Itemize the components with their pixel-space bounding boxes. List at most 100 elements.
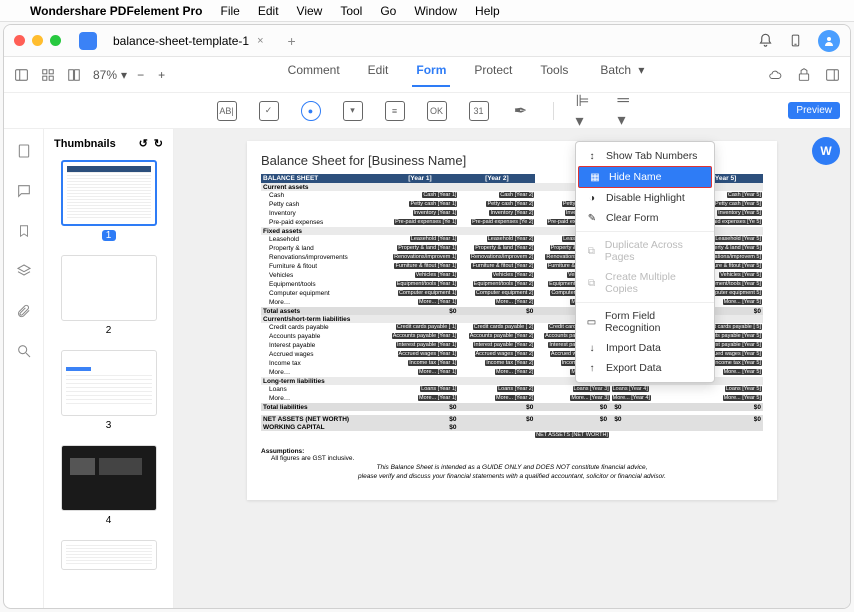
dropdown-tool-icon[interactable]: ▾	[343, 101, 363, 121]
new-tab-button[interactable]: +	[288, 33, 296, 49]
form-field[interactable]: Leasehold [Year 2]	[487, 236, 535, 242]
bell-icon[interactable]	[758, 33, 773, 48]
form-field[interactable]: More... [Year 3]	[570, 395, 609, 401]
form-field[interactable]: Equipment/tools [Year 2]	[473, 281, 535, 287]
form-field[interactable]: Leasehold [Year 1]	[410, 236, 458, 242]
form-field[interactable]: Income tax [Year 5]	[713, 360, 762, 366]
tab-batch[interactable]: Batch ▾	[592, 63, 648, 87]
form-field[interactable]: Furniture & fitout [Year 1]	[394, 263, 457, 269]
tab-protect[interactable]: Protect	[470, 63, 516, 87]
comments-rail-icon[interactable]	[16, 183, 32, 199]
form-field[interactable]: Furniture & fitout [Year 2]	[471, 263, 534, 269]
share-icon[interactable]	[797, 67, 811, 82]
menu-file[interactable]: File	[221, 4, 240, 18]
word-float-button[interactable]: W	[812, 137, 840, 165]
form-field[interactable]: Renovations/improvem 2]	[470, 254, 534, 260]
grid-view-icon[interactable]	[41, 68, 55, 82]
more-tool-icon[interactable]: ═ ▾	[618, 101, 638, 121]
menu-help[interactable]: Help	[475, 4, 500, 18]
thumbnail-page-5[interactable]	[61, 540, 157, 570]
form-field[interactable]: Accounts payable [Year 2]	[469, 333, 535, 339]
form-field[interactable]: Loans [Year 3]	[573, 386, 610, 392]
tab-form[interactable]: Form	[412, 63, 450, 87]
form-field[interactable]: Property & land [Year 2]	[474, 245, 534, 251]
form-field[interactable]: Credit cards payable [ 1]	[396, 324, 458, 330]
form-field[interactable]: Property & land [Year 1]	[397, 245, 457, 251]
dropdown-item[interactable]: ↕Show Tab Numbers	[576, 146, 714, 166]
form-field[interactable]: Income tax [Year 1]	[408, 360, 457, 366]
form-field[interactable]: Pre-paid expenses [Ye 1]	[394, 219, 457, 225]
cloud-icon[interactable]	[767, 68, 783, 82]
align-tool-icon[interactable]: ⊫ ▾	[576, 101, 596, 121]
dropdown-item[interactable]: ↑Export Data	[576, 358, 714, 378]
tab-edit[interactable]: Edit	[364, 63, 393, 87]
layers-rail-icon[interactable]	[16, 263, 32, 279]
form-field[interactable]: Vehicles [Year 1]	[415, 272, 458, 278]
tab-close-button[interactable]: ×	[257, 35, 263, 47]
zoom-out-button[interactable]: −	[137, 68, 144, 82]
form-field[interactable]: Vehicles [Year 5]	[719, 272, 762, 278]
form-field[interactable]: More... [Year 2]	[495, 369, 534, 375]
user-avatar[interactable]	[818, 30, 840, 52]
form-field[interactable]: Loans [Year 1]	[420, 386, 457, 392]
form-field[interactable]: Petty cash [Year 2]	[486, 201, 534, 207]
form-field[interactable]: Petty cash [Year 5]	[714, 201, 762, 207]
document-canvas[interactable]: W Balance Sheet for [Business Name] BALA…	[174, 129, 850, 608]
form-field[interactable]: Accounts payable [Year 1]	[392, 333, 458, 339]
form-field[interactable]: Inventory [Year 5]	[717, 210, 762, 216]
sidebar-toggle-icon[interactable]	[14, 68, 29, 82]
form-field[interactable]: Loans [Year 4]	[612, 386, 649, 392]
form-field[interactable]: NET ASSETS (NET WORTH)	[535, 432, 609, 438]
zoom-in-button[interactable]: +	[158, 68, 165, 82]
bookmarks-rail-icon[interactable]	[17, 223, 31, 239]
form-field[interactable]: More... [Year 4]	[612, 395, 651, 401]
preview-button[interactable]: Preview	[788, 102, 840, 119]
thumbnails-rail-icon[interactable]	[16, 143, 32, 159]
text-field-tool-icon[interactable]: AB|	[217, 101, 237, 121]
close-window-button[interactable]	[14, 35, 25, 46]
list-tool-icon[interactable]: ≡	[385, 101, 405, 121]
tab-tools[interactable]: Tools	[536, 63, 572, 87]
form-field[interactable]: More... [Year 5]	[723, 395, 762, 401]
dropdown-item[interactable]: ✎Clear Form	[576, 208, 714, 228]
form-field[interactable]: Computer equipment 2]	[475, 290, 534, 296]
form-field[interactable]: Income tax [Year 2]	[485, 360, 534, 366]
form-field[interactable]: Inventory [Year 1]	[413, 210, 458, 216]
radio-tool-icon[interactable]: ●	[301, 101, 321, 121]
thumbnail-page-4[interactable]	[61, 445, 157, 511]
thumbnail-page-2[interactable]	[61, 255, 157, 321]
form-field[interactable]: Cash [Year 2]	[499, 192, 534, 198]
form-field[interactable]: More... [Year 1]	[418, 299, 457, 305]
date-tool-icon[interactable]: 31	[469, 101, 489, 121]
form-field[interactable]: Cash [Year 1]	[422, 192, 457, 198]
attachments-rail-icon[interactable]	[16, 303, 31, 319]
zoom-value[interactable]: 87%	[93, 68, 117, 82]
maximize-window-button[interactable]	[50, 35, 61, 46]
form-field[interactable]: More... [Year 1]	[418, 395, 457, 401]
menu-window[interactable]: Window	[414, 4, 457, 18]
signature-tool-icon[interactable]: ✒	[511, 101, 531, 121]
menu-edit[interactable]: Edit	[258, 4, 279, 18]
form-field[interactable]: Interest payable [Year 2]	[473, 342, 534, 348]
form-field[interactable]: Inventory [Year 2]	[489, 210, 534, 216]
rotate-left-icon[interactable]: ↺	[139, 137, 148, 150]
thumbnail-page-1[interactable]	[61, 160, 157, 226]
menu-view[interactable]: View	[297, 4, 323, 18]
form-field[interactable]: Computer equipment 1]	[398, 290, 457, 296]
form-field[interactable]: More... [Year 1]	[418, 369, 457, 375]
mobile-icon[interactable]	[789, 33, 802, 48]
form-field[interactable]: More... [Year 2]	[495, 299, 534, 305]
form-field[interactable]: Equipment/tools [Year 1]	[396, 281, 458, 287]
form-field[interactable]: Leasehold [Year 5]	[714, 236, 762, 242]
dropdown-item[interactable]: ↓Import Data	[576, 338, 714, 358]
form-field[interactable]: More... [Year 5]	[723, 369, 762, 375]
document-tab[interactable]: balance-sheet-template-1 ×	[103, 30, 274, 52]
form-field[interactable]: Pre-paid expenses [Ye 2]	[471, 219, 534, 225]
menu-tool[interactable]: Tool	[340, 4, 362, 18]
form-field[interactable]: Loans [Year 5]	[725, 386, 762, 392]
dropdown-item[interactable]: ▦Hide Name	[578, 166, 712, 188]
app-name[interactable]: Wondershare PDFelement Pro	[30, 4, 203, 18]
dropdown-item[interactable]: ◑Disable Highlight	[576, 188, 714, 208]
form-field[interactable]: Vehicles [Year 2]	[492, 272, 535, 278]
form-field[interactable]: Renovations/improvem 1]	[393, 254, 457, 260]
